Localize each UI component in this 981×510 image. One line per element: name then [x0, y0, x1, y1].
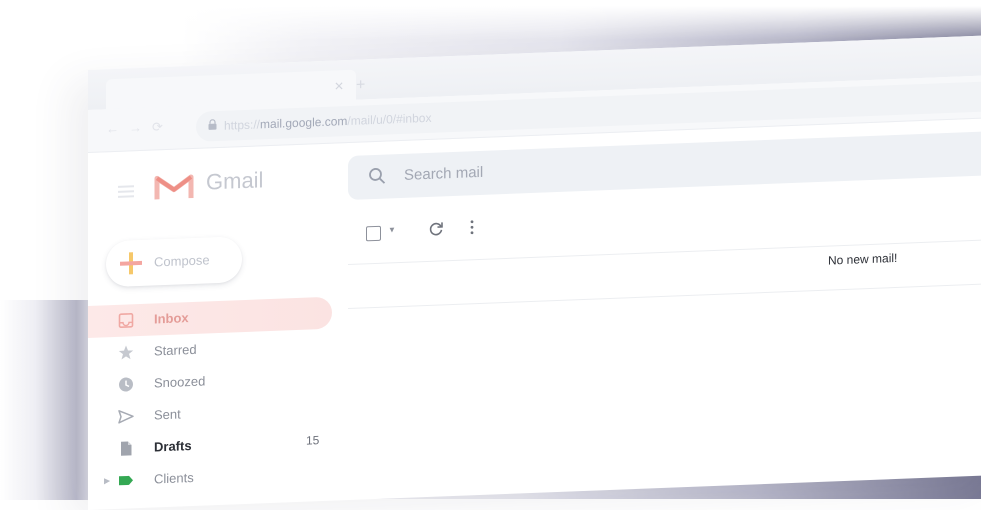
plus-icon [120, 252, 142, 275]
search-bar[interactable]: Search mail [348, 129, 981, 201]
close-tab-icon[interactable]: ✕ [334, 79, 344, 93]
url-text: https://mail.google.com/mail/u/0/#inbox [224, 110, 432, 133]
select-all-checkbox[interactable] [366, 225, 381, 242]
search-input[interactable]: Search mail [404, 164, 483, 184]
refresh-icon[interactable] [428, 220, 444, 237]
compose-button[interactable]: Compose [106, 236, 242, 288]
browser-window: ✕ + ←→⟳ https://mail.google.com/mail/u/0… [88, 35, 981, 510]
label-icon [119, 475, 133, 486]
inbox-icon [118, 313, 134, 329]
app-name: Gmail [206, 167, 264, 195]
drafts-count: 15 [306, 433, 320, 448]
sidebar-item-label: Drafts [154, 438, 192, 455]
divider [348, 280, 981, 310]
gmail-logo-icon [154, 174, 194, 200]
empty-inbox-message: No new mail! [828, 250, 898, 268]
sidebar-item-label: Inbox [154, 310, 189, 327]
sidebar-item-label: Starred [154, 341, 197, 359]
background-shadow [0, 300, 90, 500]
lock-icon [208, 119, 217, 130]
sidebar-item-label: Sent [154, 406, 181, 423]
navigation-buttons[interactable]: ←→⟳ [106, 119, 173, 138]
compose-label: Compose [154, 252, 210, 270]
expand-caret-icon[interactable]: ▶ [104, 476, 110, 485]
new-tab-icon[interactable]: + [356, 76, 365, 94]
sidebar-item-label: Snoozed [154, 373, 206, 391]
search-icon[interactable] [368, 167, 386, 186]
draft-icon [121, 441, 132, 456]
star-icon [118, 345, 134, 360]
main-menu-icon[interactable] [118, 182, 134, 201]
send-icon [118, 410, 134, 424]
mail-toolbar: ▼ [360, 195, 981, 250]
sidebar: Inbox Starred Snoozed Sent Drafts 15 ▶ C… [88, 296, 332, 498]
select-menu-chevron-down-icon[interactable]: ▼ [388, 225, 396, 234]
clock-icon [119, 377, 133, 392]
more-options-icon[interactable] [470, 219, 474, 235]
sidebar-item-label: Clients [154, 469, 194, 487]
